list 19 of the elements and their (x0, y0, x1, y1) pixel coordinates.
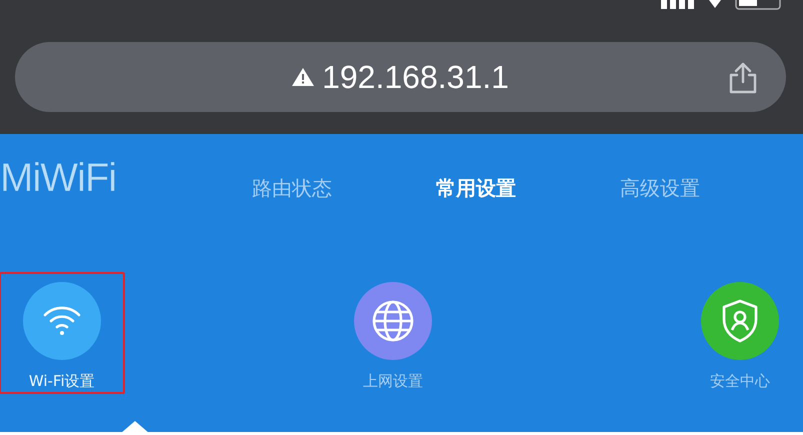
shield-icon (721, 299, 759, 343)
highlight-frame[interactable]: Wi-Fi设置 (0, 272, 125, 394)
globe-icon (370, 299, 415, 343)
setting-label: 安全中心 (710, 372, 770, 391)
share-icon[interactable] (728, 62, 758, 94)
settings-tile[interactable]: 安全中心 (677, 272, 803, 394)
signal-icon (661, 0, 695, 9)
nav-tab[interactable]: 路由状态 (200, 174, 384, 202)
nav-tab[interactable]: 常用设置 (384, 174, 568, 202)
address-bar[interactable]: 192.168.31.1 (15, 42, 786, 112)
wifi-icon (42, 304, 82, 338)
setting-label: Wi-Fi设置 (28, 372, 95, 391)
settings-tile[interactable]: 上网设置 (330, 272, 456, 394)
setting-label: 上网设置 (362, 372, 423, 391)
wifi-icon (709, 0, 721, 8)
nav-tab[interactable]: 高级设置 (568, 174, 752, 202)
battery-icon (735, 0, 781, 10)
url-text: 192.168.31.1 (322, 58, 509, 96)
logo: MiWiFi (0, 156, 118, 200)
